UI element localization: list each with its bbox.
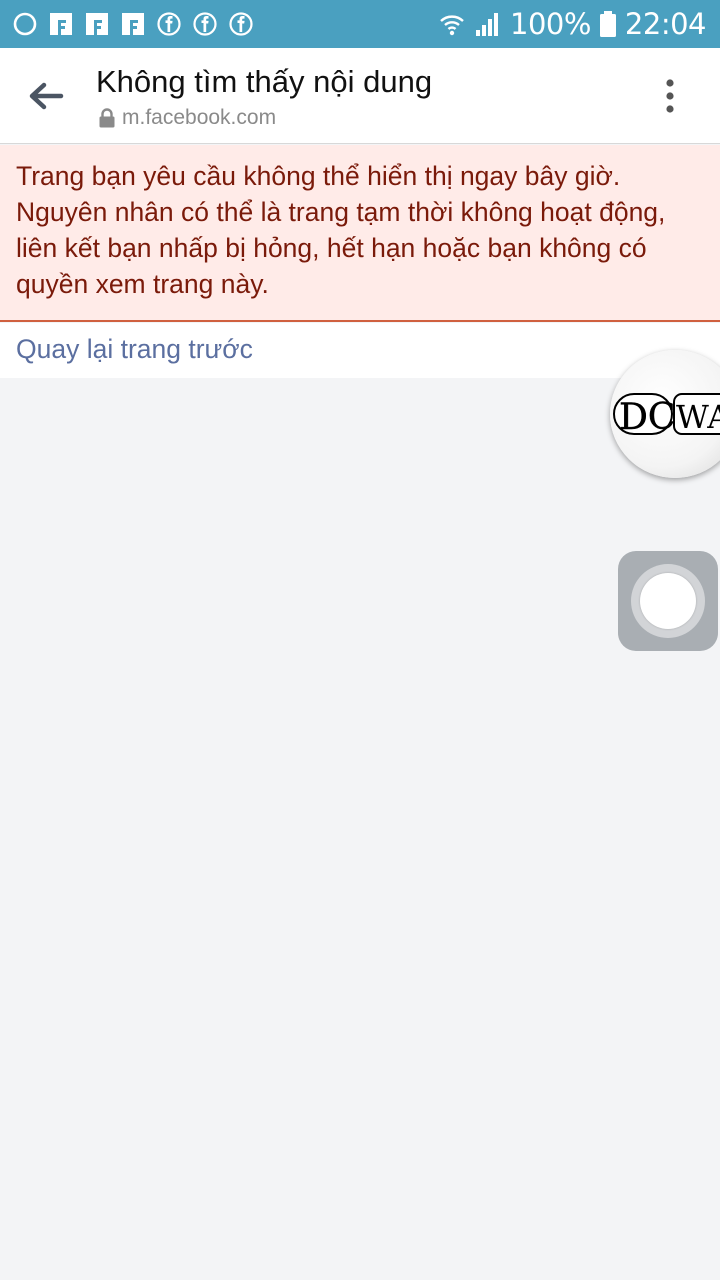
more-vertical-icon bbox=[666, 79, 674, 113]
svg-text:DC: DC bbox=[619, 397, 675, 438]
facebook-circle-icon bbox=[229, 12, 253, 36]
page-title: Không tìm thấy nội dung bbox=[96, 64, 433, 99]
back-to-previous-page-link[interactable]: Quay lại trang trước bbox=[16, 334, 253, 365]
battery-percentage: 100% bbox=[510, 7, 591, 41]
error-message: Trang bạn yêu cầu không thể hiển thị nga… bbox=[16, 161, 666, 299]
system-status: 100% 22:04 bbox=[438, 0, 707, 48]
notification-icons bbox=[12, 11, 254, 37]
circle-icon bbox=[13, 12, 37, 36]
url-text: m.facebook.com bbox=[122, 106, 277, 129]
error-box: Trang bạn yêu cầu không thể hiển thị nga… bbox=[0, 145, 720, 322]
assistive-touch-dot bbox=[640, 573, 696, 629]
battery-icon bbox=[599, 11, 616, 37]
assistive-touch-ring bbox=[631, 564, 705, 638]
lock-icon bbox=[99, 108, 115, 128]
facebook-flag-icon bbox=[86, 13, 108, 35]
app-bar: Không tìm thấy nội dung m.facebook.com bbox=[0, 48, 720, 144]
facebook-circle-icon bbox=[157, 12, 181, 36]
clock: 22:04 bbox=[624, 7, 707, 41]
back-button[interactable] bbox=[16, 68, 76, 124]
assistive-touch-button[interactable] bbox=[618, 551, 718, 651]
arrow-left-icon bbox=[29, 82, 64, 110]
svg-text:WAC: WAC bbox=[676, 398, 720, 436]
status-bar: 100% 22:04 bbox=[0, 0, 720, 48]
url-row: m.facebook.com bbox=[98, 106, 276, 130]
facebook-flag-icon bbox=[50, 13, 72, 35]
wifi-icon bbox=[440, 15, 464, 36]
facebook-circle-icon bbox=[193, 12, 217, 36]
signal-icon bbox=[476, 13, 498, 36]
facebook-flag-icon bbox=[122, 13, 144, 35]
overflow-menu-button[interactable] bbox=[650, 76, 690, 116]
link-row: Quay lại trang trước bbox=[0, 323, 720, 378]
